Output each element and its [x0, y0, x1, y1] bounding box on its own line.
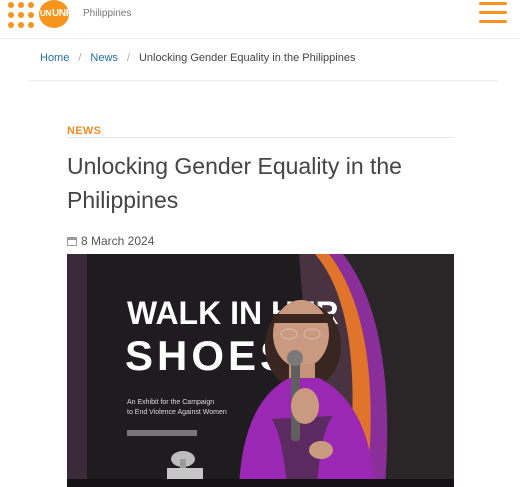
article-title: Unlocking Gender Equality in the Philipp…: [67, 153, 402, 213]
hamburger-menu-icon[interactable]: [479, 2, 509, 26]
article-date-text: 8 March 2024: [81, 234, 155, 248]
calendar-icon: [67, 236, 77, 246]
hero-subtitle-line1: An Exhibit for the Campaign: [127, 399, 214, 406]
breadcrumb-current: Unlocking Gender Equality in the Philipp…: [138, 52, 356, 64]
breadcrumb-news-link[interactable]: News: [90, 52, 118, 64]
divider: [67, 137, 454, 138]
country-name[interactable]: Philippines: [83, 8, 131, 19]
breadcrumb: Home / News / Unlocking Gender Equality in t…: [40, 52, 355, 64]
divider: [28, 80, 498, 81]
article-hero-image: WALK IN HER SHOES An Exhibit for the Cam…: [67, 254, 454, 487]
site-header: UNUNFPA Philippines: [0, 0, 520, 39]
breadcrumb-separator: /: [126, 52, 130, 64]
article-category[interactable]: NEWS: [67, 125, 101, 137]
logo-text: UNUNFPA: [40, 8, 85, 19]
hero-photo: WALK IN HER SHOES An Exhibit for the Cam…: [67, 254, 454, 487]
unfpa-logo-dots: [8, 2, 42, 28]
article-date: 8 March 2024: [67, 234, 154, 248]
breadcrumb-home-link[interactable]: Home: [40, 52, 69, 64]
hero-subtitle-line2: to End Violence Against Women: [127, 409, 227, 416]
breadcrumb-separator: /: [78, 52, 82, 64]
